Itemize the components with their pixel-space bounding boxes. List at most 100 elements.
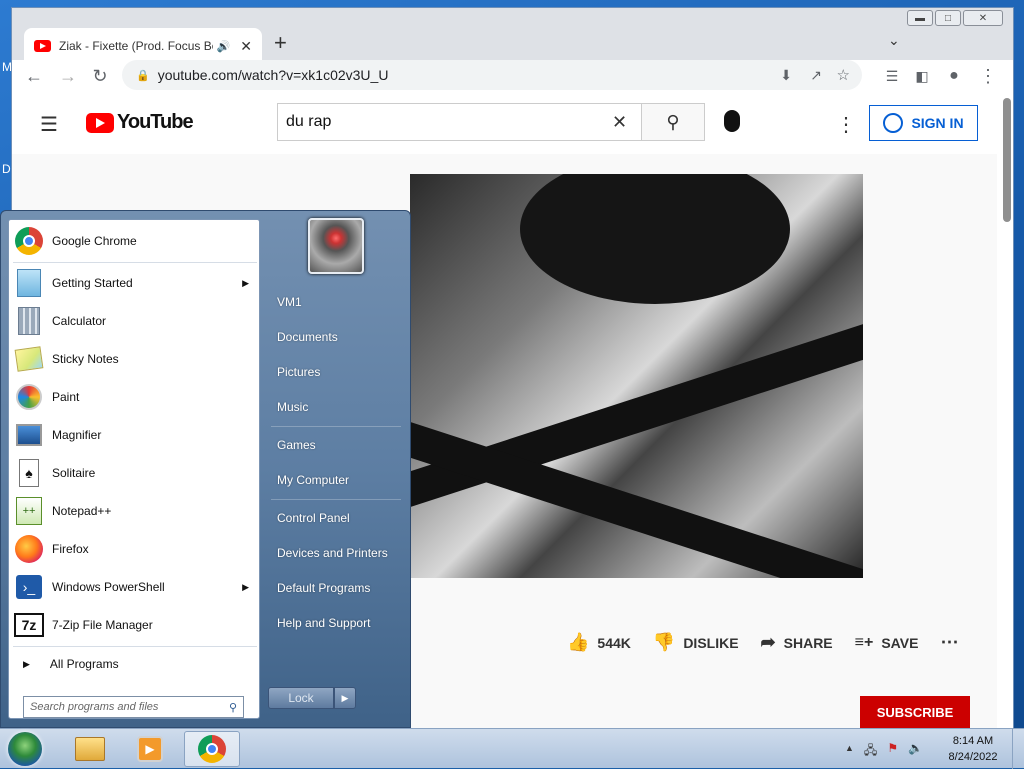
shutdown-options-arrow-icon[interactable]: ▶ [334,687,356,709]
start-item-solitaire[interactable]: ♠ Solitaire [13,455,257,491]
submenu-arrow-icon: ▶ [242,581,249,592]
chrome-menu-icon[interactable]: ⋮ [974,62,1002,90]
start-right-default-programs[interactable]: Default Programs [277,577,370,599]
menu-separator [271,499,401,500]
start-item-label: Calculator [52,314,107,328]
start-item-label: Sticky Notes [52,352,119,366]
taskbar-chrome[interactable] [184,731,240,767]
clock-time: 8:14 AM [952,735,994,747]
share-button[interactable]: ➦ SHARE [761,632,833,653]
start-right-help-support[interactable]: Help and Support [277,612,370,634]
paint-icon [13,381,45,413]
sign-in-button[interactable]: SIGN IN [869,105,978,141]
submenu-arrow-icon: ▶ [242,277,249,288]
tab-search-icon[interactable]: ⌄ [888,32,900,49]
start-right-pictures[interactable]: Pictures [277,361,320,383]
start-right-music[interactable]: Music [277,396,308,418]
window-controls: ▬ □ ✕ [907,10,1003,26]
url-text: youtube.com/watch?v=xk1c02v3U_U [157,67,389,83]
start-item-magnifier[interactable]: Magnifier [13,417,257,453]
start-item-google-chrome[interactable]: Google Chrome [13,223,257,259]
start-item-label: Magnifier [52,428,102,442]
browser-toolbar: ← → ↻ 🔒 youtube.com/watch?v=xk1c02v3U_U … [12,60,1013,92]
new-tab-button[interactable]: + [274,30,287,56]
start-item-sticky-notes[interactable]: Sticky Notes [13,341,257,377]
youtube-logo-icon [86,112,114,133]
bookmark-star-icon[interactable]: ☆ [837,66,850,84]
save-label: SAVE [881,634,919,651]
search-button[interactable]: ⚲ [641,103,705,141]
powershell-icon: ›_ [13,571,45,603]
start-item-paint[interactable]: Paint [13,379,257,415]
user-picture[interactable] [308,218,364,274]
forward-icon[interactable]: → [54,62,82,90]
start-right-documents[interactable]: Documents [277,326,338,348]
clock[interactable]: 8:14 AM 8/24/2022 [938,733,1008,765]
7zip-icon: 7z [13,609,45,641]
desktop-icon-label[interactable]: M [2,60,12,74]
video-frame-shape [520,174,790,304]
start-orb-icon[interactable] [8,732,42,766]
close-tab-icon[interactable]: ✕ [240,38,252,55]
start-item-calculator[interactable]: Calculator [13,303,257,339]
media-player-icon: ▶ [137,736,163,762]
lock-icon: 🔒 [136,69,150,82]
start-right-my-computer[interactable]: My Computer [277,469,349,491]
share-page-icon[interactable]: ↗ [810,67,822,84]
taskbar-explorer[interactable] [62,731,118,767]
clear-search-icon[interactable]: ✕ [612,112,627,133]
side-panel-icon[interactable]: ◧ [908,62,936,90]
browser-tab[interactable]: Ziak - Fixette (Prod. Focus Be 🔊 ✕ [24,28,262,64]
calculator-icon [13,305,45,337]
getting-started-icon [13,267,45,299]
media-control-icon[interactable]: ☰ [878,62,906,90]
video-player[interactable] [410,174,863,578]
page-scrollbar[interactable] [1003,98,1011,222]
back-icon[interactable]: ← [20,62,48,90]
start-item-notepadpp[interactable]: ++ Notepad++ [13,493,257,529]
speaker-icon[interactable]: 🔊 [217,40,231,53]
network-icon[interactable]: 🖧 [864,741,877,762]
notepadpp-icon: ++ [13,495,45,527]
youtube-header: ☰ YouTube du rap ✕ ⚲ ⋮ SIGN IN [12,92,997,154]
like-button[interactable]: 👍 544K [567,632,631,653]
start-item-windows-powershell[interactable]: ›_ Windows PowerShell ▶ [13,569,257,605]
address-bar[interactable]: 🔒 youtube.com/watch?v=xk1c02v3U_U ⬇ ↗ ☆ [122,60,862,90]
install-icon[interactable]: ⬇ [780,67,792,84]
like-count: 544K [597,634,631,651]
hamburger-menu-icon[interactable]: ☰ [40,112,58,137]
lock-button[interactable]: Lock [268,687,334,709]
all-programs-button[interactable]: ▶ All Programs [13,650,257,678]
show-desktop-button[interactable] [1012,729,1024,769]
more-actions-icon[interactable]: ⋯ [940,632,958,653]
search-input[interactable]: du rap [277,103,642,141]
taskbar-media-player[interactable]: ▶ [122,731,178,767]
start-item-label: Solitaire [52,466,96,480]
volume-icon[interactable]: 🔈 [908,741,923,762]
profile-icon[interactable]: ● [940,62,968,90]
menu-separator [271,426,401,427]
start-right-vm1[interactable]: VM1 [277,291,302,313]
settings-menu-icon[interactable]: ⋮ [836,112,856,137]
dislike-button[interactable]: 👎 DISLIKE [653,632,739,653]
maximize-button[interactable]: □ [935,10,961,26]
start-item-7zip[interactable]: 7z 7-Zip File Manager [13,607,257,643]
start-item-firefox[interactable]: Firefox [13,531,257,567]
action-center-flag-icon[interactable]: ⚑ [887,741,898,762]
subscribe-button[interactable]: SUBSCRIBE [860,696,970,728]
reload-icon[interactable]: ↻ [86,62,114,90]
expand-arrow-icon: ▶ [23,658,30,669]
start-right-games[interactable]: Games [277,434,316,456]
show-hidden-icons-icon[interactable]: ▲ [845,743,854,762]
desktop-icon-label[interactable]: D [2,162,11,176]
microphone-icon[interactable] [724,110,740,132]
youtube-logo[interactable]: YouTube [86,111,194,134]
close-button[interactable]: ✕ [963,10,1003,26]
clock-date: 8/24/2022 [948,751,998,763]
start-search-input[interactable]: Search programs and files ⚲ [23,696,244,718]
save-button[interactable]: ≡+ SAVE [855,634,919,652]
start-right-devices-printers[interactable]: Devices and Printers [277,542,388,564]
start-item-getting-started[interactable]: Getting Started ▶ [13,265,257,301]
minimize-button[interactable]: ▬ [907,10,933,26]
start-right-control-panel[interactable]: Control Panel [277,507,350,529]
